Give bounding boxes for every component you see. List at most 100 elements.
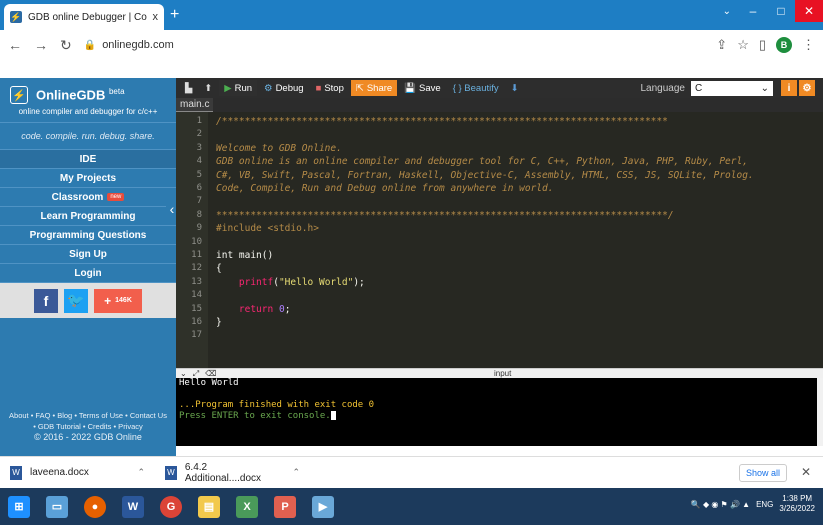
sidebar-item-classroom[interactable]: Classroom new (0, 187, 176, 206)
code-line[interactable]: 13 printf("Hello World"); (176, 277, 823, 289)
sidebar-item-my-projects[interactable]: My Projects (0, 168, 176, 187)
tab-close-icon[interactable]: x (153, 11, 159, 23)
share-button[interactable]: ⇱ Share (350, 80, 398, 96)
browser-tabstrip: ⚡ GDB online Debugger | Compiler x + ⌄ –… (0, 0, 823, 30)
code-line[interactable]: 8 ***************************************… (176, 210, 823, 222)
clock[interactable]: 1:38 PM 3/26/2022 (779, 494, 815, 514)
facebook-icon[interactable]: f (34, 288, 58, 313)
taskbar-app-explorer[interactable]: ▤ (193, 492, 225, 522)
sidebar-item-programming-questions[interactable]: Programming Questions (0, 225, 176, 244)
code-line[interactable]: 1 /**************************************… (176, 116, 823, 128)
tab-search-chevron-icon[interactable]: ⌄ (723, 6, 731, 17)
tray-icons[interactable]: 🔍 ◆ ◉ ⚑ 🔊 ▲ (691, 500, 750, 509)
code-line[interactable]: 3 Welcome to GDB Online. (176, 143, 823, 155)
console-output-line: Hello World (179, 378, 239, 388)
io-panel-header: ⌄ ⤢ ⌫ input (176, 368, 823, 378)
code-line[interactable]: 6 Code, Compile, Run and Debug online fro… (176, 183, 823, 195)
code-editor[interactable]: 1 /**************************************… (176, 112, 823, 368)
taskbar-app-word[interactable]: W (117, 492, 149, 522)
return-keyword: return (238, 303, 274, 315)
chevron-up-icon[interactable]: ⌃ (137, 467, 145, 478)
file-explorer-icon: ▤ (198, 495, 220, 518)
close-downloads-icon[interactable]: ✕ (801, 465, 811, 479)
chevron-up-icon[interactable]: ⌃ (292, 467, 300, 478)
maximize-button[interactable]: □ (767, 0, 795, 22)
taskbar-app-files[interactable]: ▭ (41, 492, 73, 522)
code-text: ****************************************… (216, 209, 674, 221)
back-arrow-icon[interactable]: ← (8, 37, 22, 53)
taskbar-app-firefox[interactable]: ● (79, 492, 111, 522)
minimize-button[interactable]: – (739, 0, 767, 22)
code-line[interactable]: 17 (176, 330, 823, 342)
line-number: 13 (191, 276, 202, 287)
code-line[interactable]: 7 (176, 196, 823, 208)
code-line[interactable]: 12 { (176, 263, 823, 275)
console-scrollbar[interactable] (817, 378, 823, 446)
share-page-icon[interactable]: ⇪ (716, 37, 727, 53)
taskbar-app-media[interactable]: ▶ (307, 492, 339, 522)
line-number: 8 (196, 209, 202, 220)
code-line[interactable]: 16} (176, 317, 823, 329)
code-text: Welcome to GDB Online. (216, 142, 342, 154)
brand-logo[interactable]: ⚡ OnlineGDB beta (0, 78, 176, 106)
upload-icon[interactable]: ⬆ (199, 80, 217, 96)
url-text: onlinegdb.com (102, 39, 174, 51)
language-select[interactable]: C ⌄ (691, 80, 773, 96)
show-all-button[interactable]: Show all (738, 464, 787, 482)
close-window-button[interactable]: ✕ (795, 0, 823, 22)
sidebar-item-login[interactable]: Login (0, 263, 176, 282)
stop-button[interactable]: ■ Stop (311, 80, 349, 96)
beautify-button[interactable]: { } Beautify (448, 80, 504, 96)
code-line[interactable]: 4 GDB online is an online compiler and de… (176, 156, 823, 168)
code-text: #include <stdio.h> (216, 223, 319, 235)
footer-links-line1[interactable]: About • FAQ • Blog • Terms of Use • Cont… (0, 410, 176, 421)
twitter-icon[interactable]: 🐦 (64, 288, 88, 313)
code-line[interactable]: 14 (176, 290, 823, 302)
reload-icon[interactable]: ↻ (60, 37, 72, 54)
footer-links-line2[interactable]: • GDB Tutorial • Credits • Privacy (0, 421, 176, 432)
code-line[interactable]: 11 int main() (176, 250, 823, 262)
debug-button[interactable]: ⚙ Debug (259, 80, 309, 96)
file-tab-main-c[interactable]: main.c (176, 98, 214, 112)
share-count-button[interactable]: +146K (94, 288, 142, 313)
save-button[interactable]: 💾 Save (399, 80, 446, 96)
bookmark-star-icon[interactable]: ☆ (737, 37, 749, 53)
forward-arrow-icon[interactable]: → (34, 37, 48, 53)
input-label[interactable]: input (494, 369, 511, 378)
windows-logo-icon: ⊞ (8, 495, 30, 518)
taskbar-app-excel[interactable]: X (231, 492, 263, 522)
output-console[interactable]: Hello World ...Program finished with exi… (176, 378, 823, 446)
side-panel-icon[interactable]: ▯ (759, 37, 766, 53)
download-item[interactable]: W 6.4.2 Additional....docx ⌃ (155, 462, 310, 484)
taskbar-app-chrome[interactable]: G (155, 492, 187, 522)
code-line[interactable]: 9 #include <stdio.h> (176, 223, 823, 235)
language-picker: Language C ⌄ (641, 80, 773, 96)
profile-avatar[interactable]: B (776, 37, 792, 53)
sidebar-item-learn-programming[interactable]: Learn Programming (0, 206, 176, 225)
info-icon[interactable]: i (781, 80, 797, 96)
new-file-icon[interactable]: ▙ (180, 80, 197, 96)
sidebar-item-sign-up[interactable]: Sign Up (0, 244, 176, 263)
browser-tab[interactable]: ⚡ GDB online Debugger | Compiler x (4, 4, 164, 30)
input-language[interactable]: ENG (756, 500, 773, 509)
line-number: 16 (191, 317, 202, 327)
code-line[interactable]: 5 C#, VB, Swift, Pascal, Fortran, Haskell… (176, 170, 823, 182)
bug-icon: ⚙ (264, 82, 273, 94)
line-number: 10 (191, 236, 202, 247)
code-line[interactable]: 2 (176, 129, 823, 141)
download-item[interactable]: W laveena.docx ⌃ (0, 465, 155, 480)
start-button[interactable]: ⊞ (3, 492, 35, 522)
run-button[interactable]: ▶ Run (219, 80, 258, 96)
url-field[interactable]: 🔒 onlinegdb.com (84, 39, 705, 51)
download-icon[interactable]: ⬇ (506, 80, 524, 96)
file-tab-bar: main.c (176, 98, 823, 112)
taskbar-app-powerpoint[interactable]: P (269, 492, 301, 522)
sidebar-item-ide[interactable]: IDE (0, 149, 176, 168)
code-line[interactable]: 15 return 0; (176, 304, 823, 316)
settings-gear-icon[interactable]: ⚙ (799, 80, 815, 96)
code-line[interactable]: 10 (176, 237, 823, 249)
new-tab-button[interactable]: + (170, 6, 179, 24)
browser-menu-icon[interactable]: ⋮ (802, 37, 815, 53)
